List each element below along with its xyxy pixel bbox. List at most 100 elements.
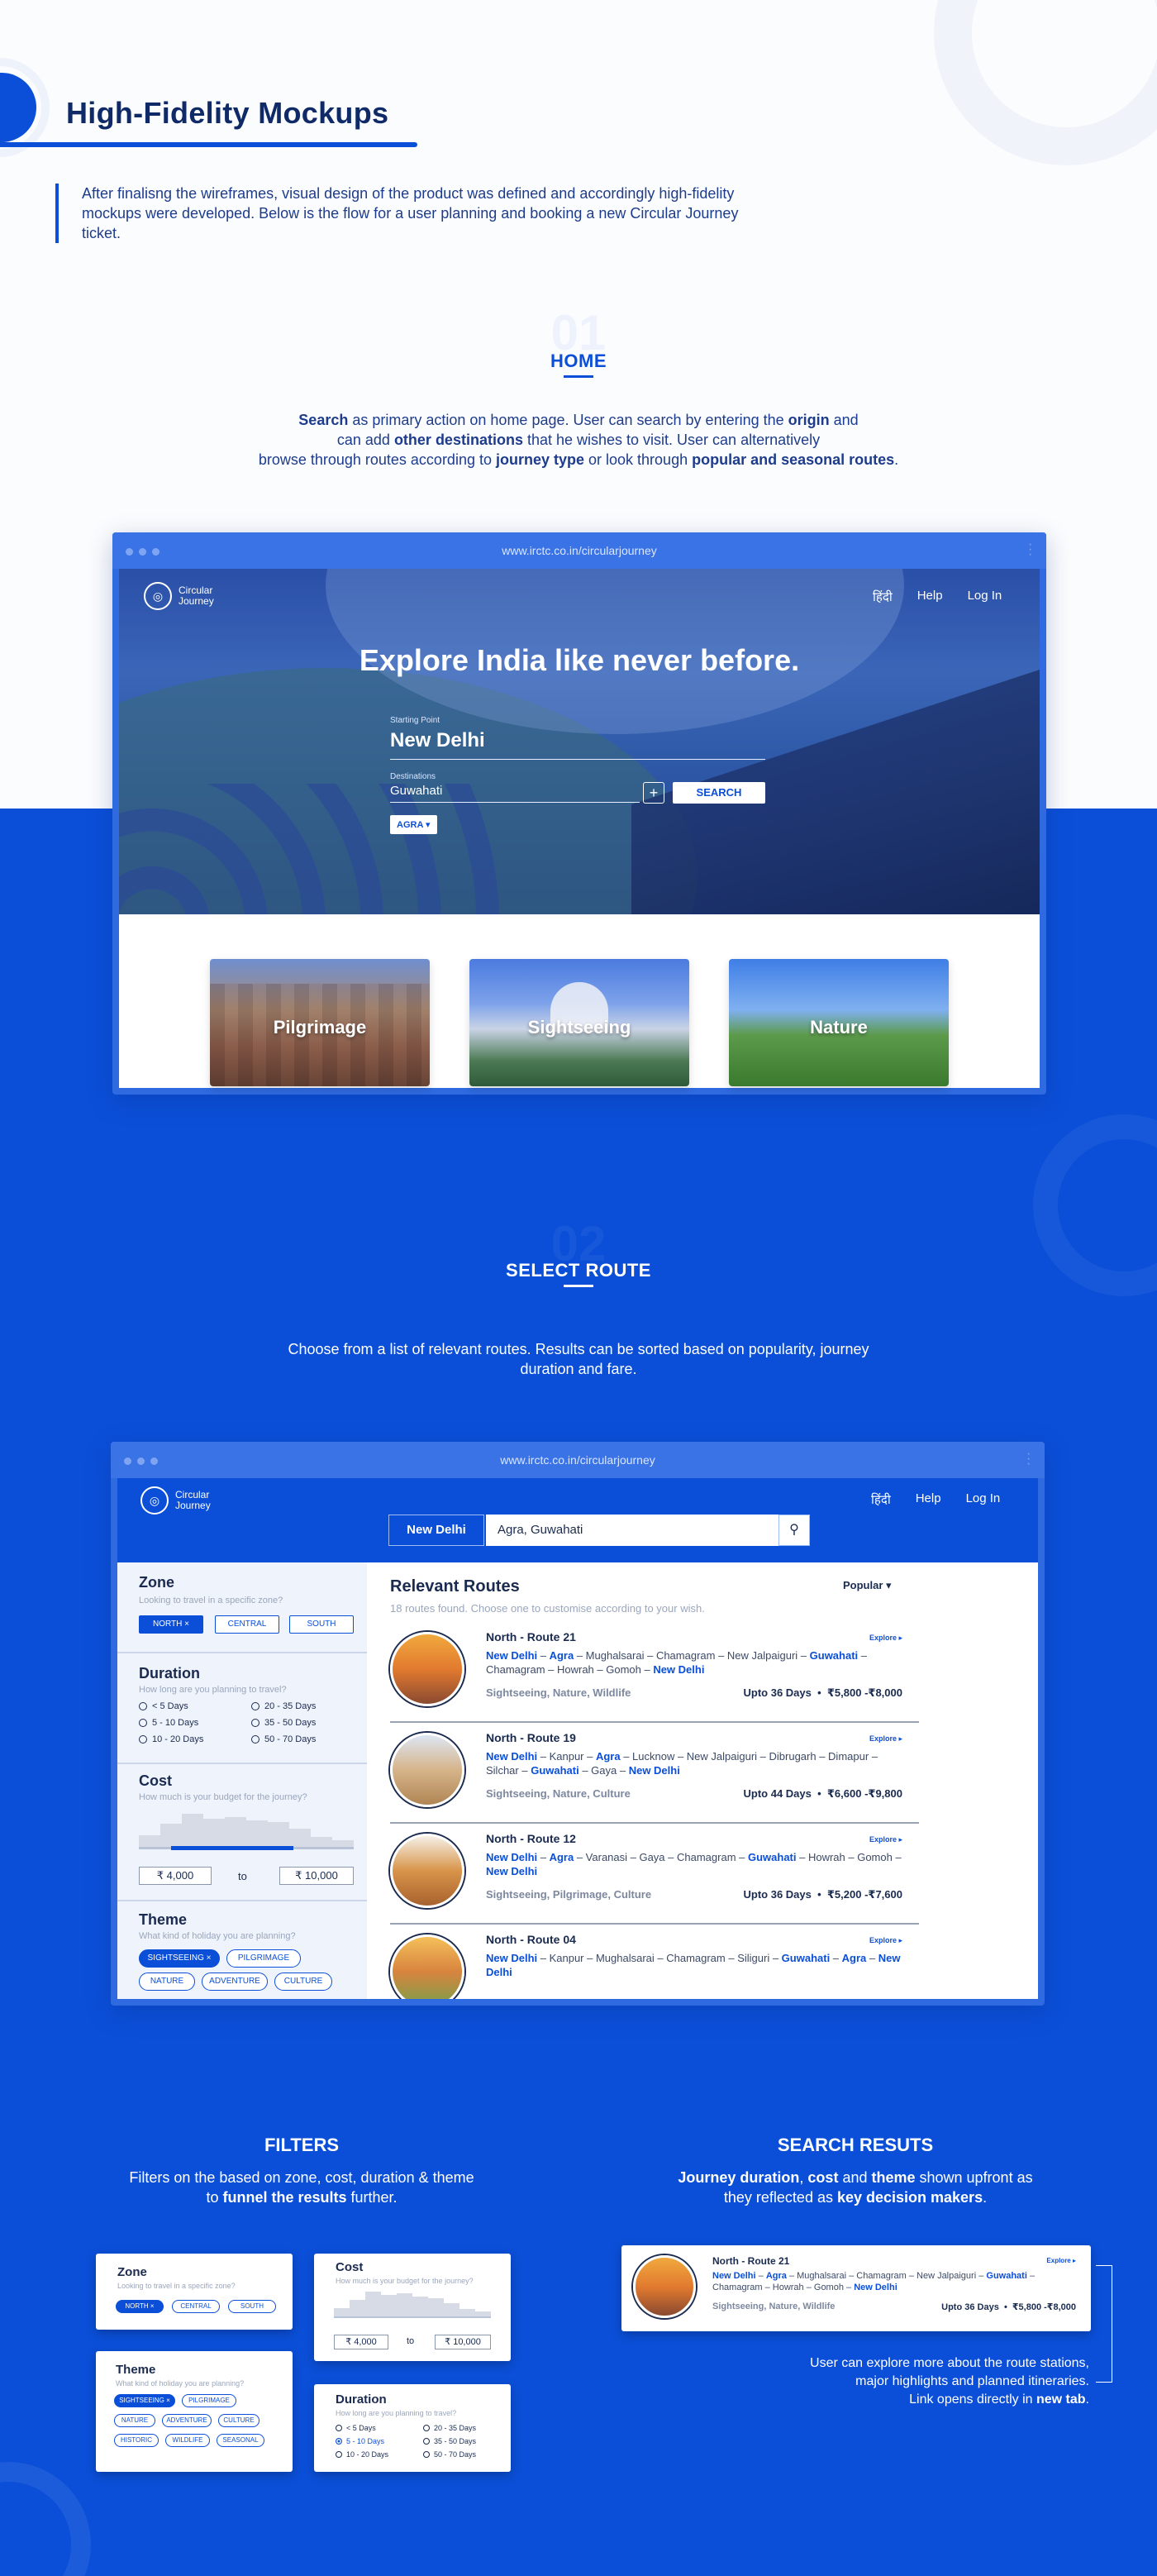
histogram-bar [350, 2300, 365, 2316]
card-label: Nature [810, 1017, 868, 1038]
filters-desc-text: further. [346, 2189, 398, 2206]
cost-min-input[interactable]: ₹ 4,000 [334, 2335, 388, 2349]
explore-link[interactable]: Explore ▸ [869, 1835, 902, 1844]
desc-journey-type: journey type [495, 451, 585, 468]
theme-historic-tag[interactable]: HISTORIC [114, 2434, 159, 2447]
theme-adventure-tag[interactable]: ADVENTURE [162, 2414, 212, 2427]
duration-option[interactable]: 10 - 20 Days [139, 1734, 203, 1744]
nav-hindi[interactable]: हिंदी [873, 589, 893, 605]
duration-filter-card: Duration How long are you planning to tr… [314, 2384, 511, 2472]
duration-option[interactable]: < 5 Days [336, 2424, 376, 2432]
destinations-field[interactable]: Agra, Guwahati [486, 1515, 778, 1546]
card-nature[interactable]: Nature [729, 959, 949, 1086]
chip-label: AGRA [397, 820, 423, 830]
duration-subtitle: How long are you planning to travel? [336, 2409, 457, 2417]
address-bar[interactable]: www.irctc.co.in/circularjourney [112, 532, 1046, 569]
explore-link[interactable]: Explore ▸ [1046, 2257, 1076, 2264]
route-card[interactable]: North - Route 12 Explore ▸ New Delhi – A… [390, 1824, 919, 1925]
nav-help[interactable]: Help [916, 1491, 941, 1508]
card-pilgrimage[interactable]: Pilgrimage [210, 959, 430, 1086]
route-card[interactable]: North - Route 19 Explore ▸ New Delhi – K… [390, 1723, 919, 1824]
theme-culture-tag[interactable]: CULTURE [218, 2414, 259, 2427]
tag-label: SIGHTSEEING [147, 1953, 204, 1963]
search-button[interactable]: SEARCH [673, 782, 765, 804]
theme-pilgrimage-tag[interactable]: PILGRIMAGE [226, 1949, 301, 1968]
sort-dropdown[interactable]: Popular ▾ [843, 1579, 892, 1592]
route-thumbnail [633, 2255, 696, 2318]
theme-filter: Theme What kind of holiday you are plann… [117, 1901, 367, 1999]
route-card[interactable]: North - Route 21 Explore ▸ New Delhi – A… [390, 1622, 919, 1723]
theme-culture-tag[interactable]: CULTURE [274, 1973, 332, 1991]
explore-link[interactable]: Explore ▸ [869, 1634, 902, 1643]
theme-nature-tag[interactable]: NATURE [139, 1973, 195, 1991]
close-icon[interactable]: × [150, 2302, 155, 2310]
start-underline [390, 759, 765, 760]
filter-sidebar: Zone Looking to travel in a specific zon… [117, 1562, 367, 1999]
nav-hindi[interactable]: हिंदी [871, 1491, 891, 1508]
home-browser-window: www.irctc.co.in/circularjourney · · · ◎ Ci… [112, 532, 1046, 1095]
search-icon[interactable]: ⚲ [778, 1515, 810, 1546]
zone-south-tag[interactable]: SOUTH [289, 1615, 354, 1634]
zone-south-tag[interactable]: SOUTH [228, 2300, 276, 2313]
duration-option[interactable]: 5 - 10 Days [139, 1718, 198, 1728]
cost-min-input[interactable]: ₹ 4,000 [139, 1867, 212, 1885]
radio-icon [336, 2425, 342, 2431]
nav-login[interactable]: Log In [966, 1491, 1001, 1508]
cost-slider-track[interactable] [334, 2316, 491, 2318]
theme-nature-tag[interactable]: NATURE [114, 2414, 155, 2427]
address-bar[interactable]: www.irctc.co.in/circularjourney [111, 1442, 1045, 1478]
start-input[interactable]: New Delhi [390, 729, 485, 752]
site-logo[interactable]: ◎ Circular Journey [140, 1486, 211, 1515]
radio-icon [139, 1735, 147, 1744]
explore-link[interactable]: Explore ▸ [869, 1936, 902, 1945]
cost-max-input[interactable]: ₹ 10,000 [279, 1867, 354, 1885]
zone-north-tag[interactable]: NORTH × [116, 2300, 164, 2313]
duration-option[interactable]: 35 - 50 Days [423, 2437, 476, 2445]
explore-link[interactable]: Explore ▸ [869, 1734, 902, 1744]
destination-chip-agra[interactable]: AGRA ▾ [390, 815, 437, 834]
theme-pilgrimage-tag[interactable]: PILGRIMAGE [182, 2394, 236, 2407]
close-icon[interactable]: × [207, 1953, 212, 1963]
close-icon[interactable]: × [166, 2397, 170, 2404]
route-duration: Upto 36 Days [743, 1888, 812, 1901]
zone-central-tag[interactable]: CENTRAL [172, 2300, 220, 2313]
origin-field[interactable]: New Delhi [388, 1515, 484, 1546]
option-label: < 5 Days [346, 2424, 376, 2432]
theme-sightseeing-tag[interactable]: SIGHTSEEING × [139, 1949, 220, 1968]
theme-adventure-tag[interactable]: ADVENTURE [202, 1973, 268, 1991]
result-card-example[interactable]: North - Route 21 Explore ▸ New Delhi – A… [621, 2245, 1091, 2331]
res-desc-bold: cost [807, 2169, 839, 2186]
zone-central-tag[interactable]: CENTRAL [215, 1615, 279, 1634]
add-destination-button[interactable]: + [643, 782, 664, 804]
duration-option[interactable]: < 5 Days [139, 1701, 188, 1711]
decorative-ring-bottom [0, 2462, 91, 2576]
route-thumbnail [390, 1733, 464, 1807]
theme-sightseeing-tag[interactable]: SIGHTSEEING × [114, 2394, 175, 2407]
route-card[interactable]: North - Route 04 Explore ▸ New Delhi – K… [390, 1925, 919, 1999]
histogram-bar [428, 2298, 444, 2316]
theme-seasonal-tag[interactable]: SEASONAL [217, 2434, 264, 2447]
duration-option[interactable]: 20 - 35 Days [423, 2424, 476, 2432]
duration-option[interactable]: 50 - 70 Days [423, 2450, 476, 2459]
radio-icon [423, 2451, 430, 2458]
close-icon[interactable]: × [184, 1620, 189, 1629]
card-sightseeing[interactable]: Sightseeing [469, 959, 689, 1086]
destinations-input[interactable]: Guwahati [390, 784, 442, 798]
browser-menu-icon[interactable]: · · · [1026, 1448, 1031, 1471]
decorative-ring-blue [1033, 1114, 1157, 1296]
zone-north-tag[interactable]: NORTH × [139, 1615, 203, 1634]
nav-login[interactable]: Log In [968, 589, 1002, 605]
duration-option[interactable]: 50 - 70 Days [251, 1734, 316, 1744]
duration-option-selected[interactable]: 5 - 10 Days [336, 2437, 384, 2445]
cost-max-input[interactable]: ₹ 10,000 [435, 2335, 491, 2349]
desc-text: or look through [584, 451, 693, 468]
theme-wildlife-tag[interactable]: WILDLIFE [165, 2434, 210, 2447]
cost-histogram [334, 2290, 491, 2316]
duration-option[interactable]: 20 - 35 Days [251, 1701, 316, 1711]
duration-option[interactable]: 35 - 50 Days [251, 1718, 316, 1728]
browser-menu-icon[interactable]: · · · [1028, 538, 1032, 561]
route-thumbnail [390, 1632, 464, 1706]
site-logo[interactable]: ◎ Circular Journey [144, 582, 214, 610]
nav-help[interactable]: Help [917, 589, 943, 605]
duration-option[interactable]: 10 - 20 Days [336, 2450, 388, 2459]
